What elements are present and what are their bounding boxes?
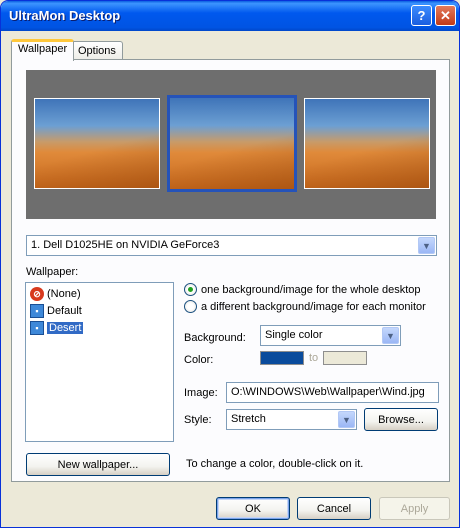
background-label: Background: [184,332,246,344]
ok-button-label: OK [245,502,261,515]
chevron-down-icon[interactable]: ▼ [338,411,355,428]
image-label: Image: [184,387,218,399]
browse-button-label: Browse... [378,413,424,426]
wallpaper-tab-panel: 1. Dell D1025HE on NVIDIA GeForce3 ▼ Wal… [11,59,450,482]
chevron-down-icon[interactable]: ▼ [382,327,399,344]
chevron-down-icon[interactable]: ▼ [418,237,435,254]
monitor-select[interactable]: 1. Dell D1025HE on NVIDIA GeForce3 ▼ [26,235,437,256]
help-icon: ? [417,8,426,23]
apply-button-label: Apply [400,502,429,515]
color-swatch-1[interactable] [260,351,304,365]
list-item-default[interactable]: ▪ Default [30,303,82,319]
ok-button[interactable]: OK [216,497,290,520]
monitor-preview-2-selected[interactable] [167,95,297,192]
cancel-button-label: Cancel [316,502,352,515]
hint-text: To change a color, double-click on it. [186,458,364,470]
radio-dot[interactable] [184,300,197,313]
style-label: Style: [184,414,212,426]
close-icon: ✕ [440,7,451,23]
image-file-icon: ▪ [30,321,44,335]
apply-button[interactable]: Apply [379,497,450,520]
title-bar[interactable]: UltraMon Desktop ? ✕ [1,1,459,31]
help-button[interactable]: ? [411,5,432,26]
none-icon: ⊘ [30,287,44,301]
color-to-label: to [309,352,319,364]
tab-options-label: Options [78,45,116,57]
list-item-none[interactable]: ⊘ (None) [30,286,81,302]
radio-one-background[interactable]: one background/image for the whole deskt… [184,283,421,296]
background-select[interactable]: Single color ▼ [260,325,401,346]
list-item-label: Desert [47,322,84,334]
monitor-preview-1[interactable] [34,98,160,189]
new-wallpaper-button[interactable]: New wallpaper... [26,453,170,476]
image-file-icon: ▪ [30,304,44,318]
radio-one-background-label: one background/image for the whole deskt… [201,283,421,296]
list-item-desert[interactable]: ▪ Desert [30,320,84,336]
new-wallpaper-button-label: New wallpaper... [57,458,139,471]
window-title: UltraMon Desktop [9,8,121,23]
ultramon-desktop-window: UltraMon Desktop ? ✕ Wallpaper Options 1… [0,0,460,528]
cancel-button[interactable]: Cancel [297,497,371,520]
background-select-value: Single color [265,329,323,341]
image-path-value: O:\WINDOWS\Web\Wallpaper\Wind.jpg [231,386,425,398]
tab-wallpaper-label: Wallpaper [18,43,68,55]
monitor-preview [26,70,436,219]
monitor-preview-3[interactable] [304,98,430,189]
monitor-select-value: 1. Dell D1025HE on NVIDIA GeForce3 [31,239,220,251]
close-button[interactable]: ✕ [435,5,456,26]
image-path-input[interactable]: O:\WINDOWS\Web\Wallpaper\Wind.jpg [226,382,439,403]
list-item-label: Default [47,305,82,317]
browse-button[interactable]: Browse... [364,408,438,431]
wallpaper-list[interactable]: ⊘ (None) ▪ Default ▪ Desert [25,282,174,442]
tab-wallpaper[interactable]: Wallpaper [11,39,75,61]
radio-each-monitor[interactable]: a different background/image for each mo… [184,300,426,313]
wallpaper-list-label: Wallpaper: [26,266,79,278]
style-select-value: Stretch [231,413,266,425]
color-label: Color: [184,354,214,366]
tab-options[interactable]: Options [71,41,123,61]
radio-dot-selected[interactable] [184,283,197,296]
style-select[interactable]: Stretch ▼ [226,409,357,430]
radio-each-monitor-label: a different background/image for each mo… [201,300,426,313]
list-item-label: (None) [47,288,81,300]
color-swatch-2[interactable] [323,351,367,365]
